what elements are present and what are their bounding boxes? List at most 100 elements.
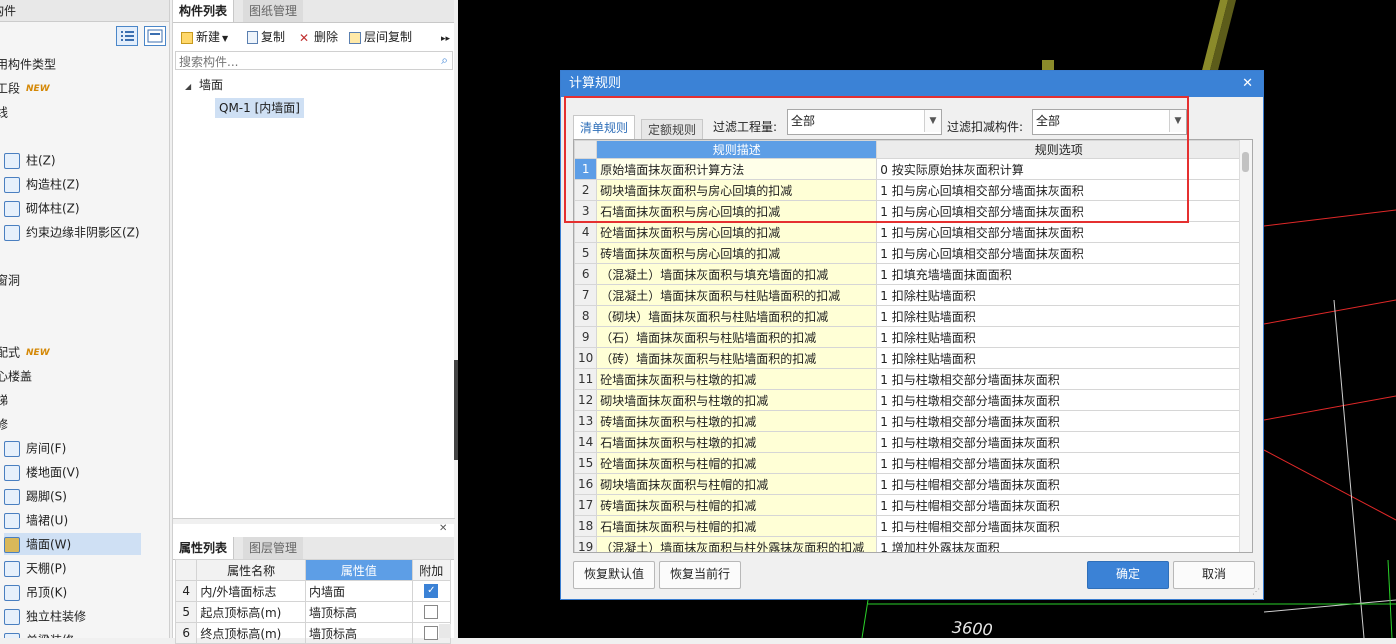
rule-option[interactable]: 1 扣与柱帽相交部分墙面抹灰面积 <box>876 515 1242 537</box>
rule-option[interactable]: 1 扣与柱墩相交部分墙面抹灰面积 <box>876 389 1242 411</box>
nav-item[interactable]: 柱(Z) <box>4 149 56 171</box>
table-row[interactable]: 2 砌块墙面抹灰面积与房心回填的扣减 1 扣与房心回填相交部分墙面抹灰面积 <box>574 179 1242 201</box>
rule-option[interactable]: 1 扣除柱贴墙面积 <box>876 326 1242 348</box>
search-input[interactable] <box>176 52 431 71</box>
tab-property-list[interactable]: 属性列表 <box>173 537 235 559</box>
table-row[interactable]: 15 砼墙面抹灰面积与柱帽的扣减 1 扣与柱帽相交部分墙面抹灰面积 <box>574 452 1242 474</box>
dialog-titlebar[interactable]: 计算规则 ✕ <box>561 71 1263 97</box>
tree-node-qm1[interactable]: QM-1 [内墙面] <box>215 98 304 118</box>
tab-layer-management[interactable]: 图层管理 <box>243 537 304 559</box>
row-number[interactable]: 17 <box>574 494 598 516</box>
nav-item[interactable]: 天棚(P) <box>4 557 67 579</box>
rule-description[interactable]: 砖墙面抹灰面积与柱帽的扣减 <box>596 494 878 516</box>
table-row[interactable]: 9 （石）墙面抹灰面积与柱贴墙面积的扣减 1 扣除柱贴墙面积 <box>574 326 1242 348</box>
nav-item[interactable]: 墙裙(U) <box>4 509 68 531</box>
close-icon[interactable]: ✕ <box>1242 71 1253 97</box>
ok-button[interactable]: 确定 <box>1087 561 1169 589</box>
rule-option[interactable]: 1 扣与柱帽相交部分墙面抹灰面积 <box>876 452 1242 474</box>
rule-option[interactable]: 1 扣与房心回填相交部分墙面抹灰面积 <box>876 200 1242 222</box>
rule-option[interactable]: 1 扣与房心回填相交部分墙面抹灰面积 <box>876 221 1242 243</box>
table-row[interactable]: 4 砼墙面抹灰面积与房心回填的扣减 1 扣与房心回填相交部分墙面抹灰面积 <box>574 221 1242 243</box>
table-row[interactable]: 13 砖墙面抹灰面积与柱墩的扣减 1 扣与柱墩相交部分墙面抹灰面积 <box>574 410 1242 432</box>
nav-item[interactable]: 构造柱(Z) <box>4 173 80 195</box>
rule-description[interactable]: 砖墙面抹灰面积与房心回填的扣减 <box>596 242 878 264</box>
close-icon[interactable]: ✕ <box>439 523 451 537</box>
table-row[interactable]: 3 石墙面抹灰面积与房心回填的扣减 1 扣与房心回填相交部分墙面抹灰面积 <box>574 200 1242 222</box>
rule-description[interactable]: 石墙面抹灰面积与柱帽的扣减 <box>596 515 878 537</box>
nav-item[interactable]: 窗洞 <box>0 269 20 291</box>
tab-drawing-management[interactable]: 图纸管理 <box>243 0 304 22</box>
table-row[interactable]: 7 （混凝土）墙面抹灰面积与柱贴墙面积的扣减 1 扣除柱贴墙面积 <box>574 284 1242 306</box>
panel-splitter[interactable] <box>173 518 455 524</box>
rule-option[interactable]: 1 扣与柱墩相交部分墙面抹灰面积 <box>876 368 1242 390</box>
rule-description[interactable]: 原始墙面抹灰面积计算方法 <box>596 158 878 180</box>
rule-option[interactable]: 1 扣与柱墩相交部分墙面抹灰面积 <box>876 431 1242 453</box>
rule-description[interactable]: 砼墙面抹灰面积与房心回填的扣减 <box>596 221 878 243</box>
tab-bill-rules[interactable]: 清单规则 <box>573 115 636 140</box>
icon-view-button[interactable] <box>144 26 166 46</box>
property-name[interactable]: 内/外墙面标志 <box>196 580 307 602</box>
rule-description[interactable]: 石墙面抹灰面积与房心回填的扣减 <box>596 200 878 222</box>
list-view-button[interactable] <box>116 26 138 46</box>
table-row[interactable]: 6 终点顶标高(m) 墙顶标高 <box>174 622 452 644</box>
restore-default-button[interactable]: 恢复默认值 <box>573 561 655 589</box>
row-number[interactable]: 11 <box>574 368 598 390</box>
rule-option[interactable]: 1 扣与柱帽相交部分墙面抹灰面积 <box>876 494 1242 516</box>
extra-checkbox[interactable]: ✓ <box>424 584 439 599</box>
rule-option[interactable]: 1 扣与柱帽相交部分墙面抹灰面积 <box>876 473 1242 495</box>
property-value[interactable]: 墙顶标高 <box>305 601 413 623</box>
row-number[interactable]: 7 <box>574 284 598 306</box>
filter-deduct-select[interactable]: 全部 ▼ <box>1032 109 1187 135</box>
table-row[interactable]: 8 （砌块）墙面抹灰面积与柱贴墙面积的扣减 1 扣除柱贴墙面积 <box>574 305 1242 327</box>
nav-item[interactable]: 心楼盖 <box>0 365 32 387</box>
table-row[interactable]: 11 砼墙面抹灰面积与柱墩的扣减 1 扣与柱墩相交部分墙面抹灰面积 <box>574 368 1242 390</box>
nav-item[interactable]: 线 <box>0 101 8 123</box>
rule-option[interactable]: 1 扣除柱贴墙面积 <box>876 305 1242 327</box>
extra-checkbox[interactable] <box>424 605 439 620</box>
row-number[interactable]: 8 <box>574 305 598 327</box>
row-number[interactable]: 15 <box>574 452 598 474</box>
copy-button[interactable]: 复制 <box>247 28 285 46</box>
rule-option[interactable]: 1 扣除柱贴墙面积 <box>876 284 1242 306</box>
grid-scrollbar[interactable] <box>1239 140 1252 552</box>
extra-checkbox[interactable] <box>424 626 439 641</box>
row-number[interactable]: 12 <box>574 389 598 411</box>
new-button[interactable]: 新建 ▼ <box>181 28 228 46</box>
rule-option[interactable]: 1 扣与房心回填相交部分墙面抹灰面积 <box>876 242 1242 264</box>
row-number[interactable]: 10 <box>574 347 598 369</box>
row-number[interactable]: 14 <box>574 431 598 453</box>
tree-node-wall-surface[interactable]: ◢ 墙面 <box>185 76 223 94</box>
cancel-button[interactable]: 取消 <box>1173 561 1255 589</box>
table-row[interactable]: 4 内/外墙面标志 内墙面 ✓ <box>174 580 452 602</box>
property-scrollbar[interactable] <box>439 624 451 638</box>
rule-description[interactable]: 砼墙面抹灰面积与柱墩的扣减 <box>596 368 878 390</box>
table-row[interactable]: 1 原始墙面抹灰面积计算方法 0 按实际原始抹灰面积计算 <box>574 158 1242 180</box>
nav-item[interactable]: 吊顶(K) <box>4 581 67 603</box>
rule-description[interactable]: （砌块）墙面抹灰面积与柱贴墙面积的扣减 <box>596 305 878 327</box>
rule-option[interactable]: 1 扣与房心回填相交部分墙面抹灰面积 <box>876 179 1242 201</box>
row-number[interactable]: 16 <box>574 473 598 495</box>
rule-option[interactable]: 1 增加柱外露抹灰面积 <box>876 536 1242 552</box>
row-number[interactable]: 6 <box>574 263 598 285</box>
table-row[interactable]: 19 （混凝土）墙面抹灰面积与柱外露抹灰面积的扣减 1 增加柱外露抹灰面积 <box>574 536 1242 552</box>
nav-item[interactable]: 踢脚(S) <box>4 485 67 507</box>
table-row[interactable]: 10 （砖）墙面抹灰面积与柱贴墙面积的扣减 1 扣除柱贴墙面积 <box>574 347 1242 369</box>
nav-item[interactable]: 房间(F) <box>4 437 66 459</box>
row-number[interactable]: 9 <box>574 326 598 348</box>
table-row[interactable]: 5 砖墙面抹灰面积与房心回填的扣减 1 扣与房心回填相交部分墙面抹灰面积 <box>574 242 1242 264</box>
column-header-option[interactable]: 规则选项 <box>876 140 1242 159</box>
row-number[interactable]: 13 <box>574 410 598 432</box>
table-row[interactable]: 17 砖墙面抹灰面积与柱帽的扣减 1 扣与柱帽相交部分墙面抹灰面积 <box>574 494 1242 516</box>
nav-item[interactable]: 约束边缘非阴影区(Z) <box>4 221 140 243</box>
tab-quota-rules[interactable]: 定额规则 <box>641 119 704 140</box>
scrollbar-thumb[interactable] <box>1242 152 1249 172</box>
rule-description[interactable]: 石墙面抹灰面积与柱墩的扣减 <box>596 431 878 453</box>
rule-option[interactable]: 1 扣除柱贴墙面积 <box>876 347 1242 369</box>
rule-description[interactable]: 砌块墙面抹灰面积与柱帽的扣减 <box>596 473 878 495</box>
row-number[interactable]: 5 <box>574 242 598 264</box>
nav-item[interactable]: 独立柱装修 <box>4 605 86 627</box>
rule-description[interactable]: （混凝土）墙面抹灰面积与柱贴墙面积的扣减 <box>596 284 878 306</box>
nav-item[interactable]: 墙面(W) <box>4 533 141 555</box>
table-row[interactable]: 12 砌块墙面抹灰面积与柱墩的扣减 1 扣与柱墩相交部分墙面抹灰面积 <box>574 389 1242 411</box>
resize-grip-icon[interactable]: ⋰ <box>1252 588 1260 596</box>
